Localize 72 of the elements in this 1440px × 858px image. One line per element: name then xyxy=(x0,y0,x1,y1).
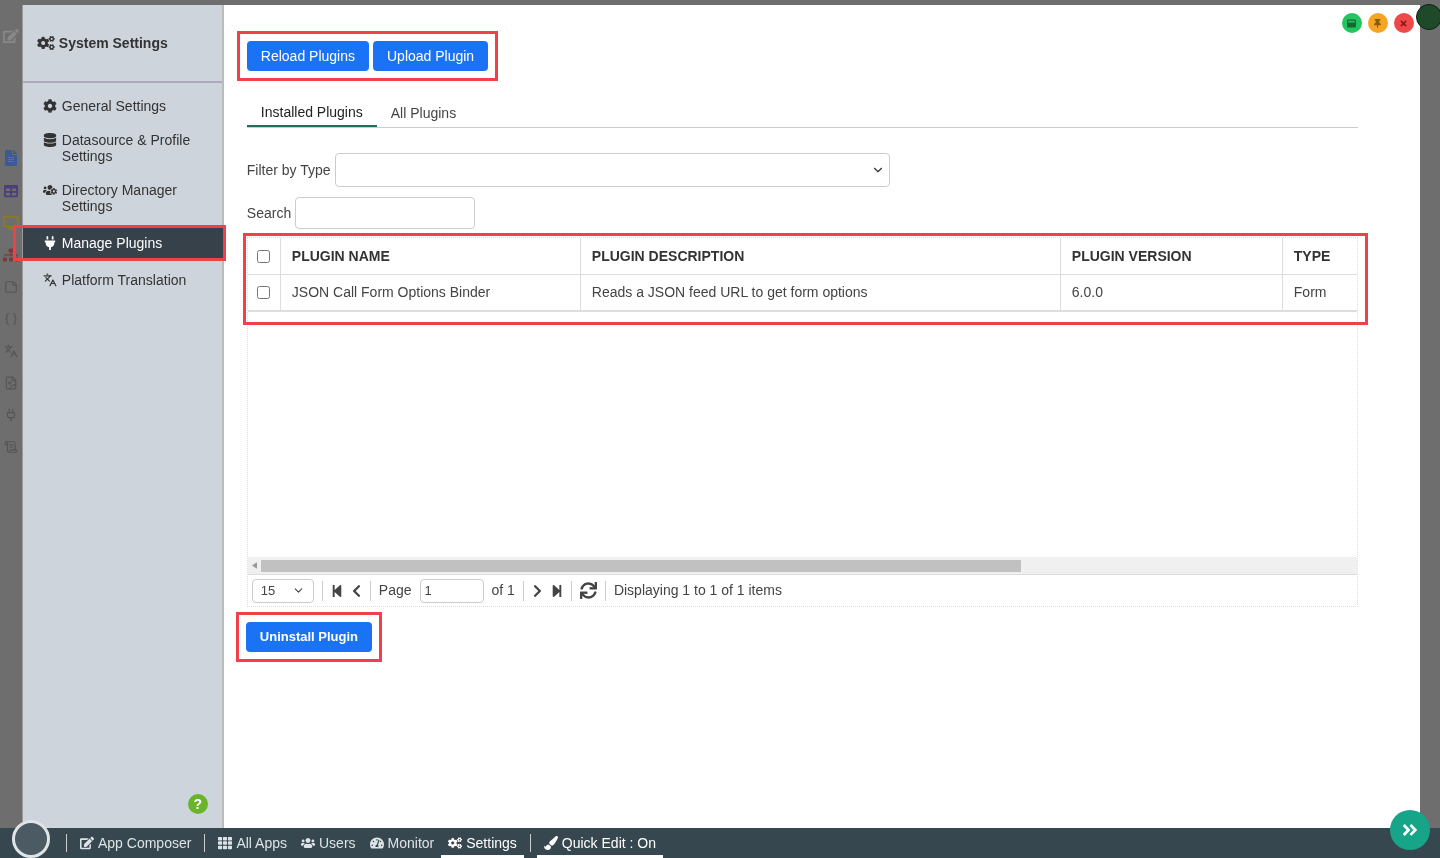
tab[interactable]: Installed Plugins xyxy=(246,99,377,127)
edit-icon xyxy=(80,836,94,850)
users-icon xyxy=(301,836,315,850)
toolbar-button[interactable]: Upload Plugin xyxy=(373,41,489,71)
document-icon xyxy=(3,150,18,166)
search-label: Search xyxy=(246,203,292,223)
close-button[interactable] xyxy=(1393,13,1414,33)
users-gear-icon xyxy=(42,183,57,197)
table-cell: Reads a JSON feed URL to get form options xyxy=(579,275,1060,310)
sidebar-item[interactable]: Directory Manager Settings xyxy=(22,175,222,221)
sidebar-item[interactable]: Manage Plugins xyxy=(22,228,223,258)
first-page-icon[interactable] xyxy=(330,583,343,598)
diagram-icon xyxy=(2,248,19,262)
column-header[interactable]: TYPE xyxy=(1281,238,1357,274)
row-checkbox[interactable] xyxy=(257,286,271,299)
page-label: Page xyxy=(378,581,412,600)
pager-status: Displaying 1 to 1 of 1 items xyxy=(613,581,782,600)
grid-icon xyxy=(218,836,233,850)
uninstall-button[interactable]: Uninstall Plugin xyxy=(245,622,373,652)
window-icon xyxy=(1347,18,1357,28)
filter-label: Filter by Type xyxy=(246,160,331,180)
previous-page-icon[interactable] xyxy=(350,583,362,598)
edit-icon xyxy=(2,28,19,44)
scroll-icon xyxy=(3,440,18,454)
horizontal-scrollbar[interactable] xyxy=(247,557,1357,574)
last-page-icon[interactable] xyxy=(550,583,563,598)
taskbar-item[interactable]: Quick Edit : On xyxy=(536,828,663,858)
sidebar-item[interactable]: Platform Translation xyxy=(22,265,222,295)
table-cell: 6.0.0 xyxy=(1059,275,1282,310)
next-page-icon[interactable] xyxy=(531,583,543,598)
brush-icon xyxy=(543,836,558,850)
pin-icon xyxy=(1373,18,1383,28)
sidebar-item[interactable]: General Settings xyxy=(22,91,222,121)
tab[interactable]: All Plugins xyxy=(376,99,471,127)
plug-icon xyxy=(42,236,57,250)
table-cell: JSON Call Form Options Binder xyxy=(279,275,580,310)
column-header[interactable]: PLUGIN DESCRIPTION xyxy=(579,238,1060,274)
logo-icon[interactable] xyxy=(12,820,50,858)
database-icon xyxy=(42,133,57,147)
search-field[interactable] xyxy=(295,197,476,229)
gears-icon xyxy=(448,836,463,850)
page-field[interactable]: 1 xyxy=(419,578,484,603)
pin-button[interactable] xyxy=(1367,13,1388,33)
toolbar-button[interactable]: Reload Plugins xyxy=(246,41,369,71)
table-icon xyxy=(2,184,19,198)
sidebar-title: System Settings xyxy=(58,33,168,53)
maximize-button[interactable] xyxy=(1341,13,1362,33)
sidebar-item[interactable]: Datasource & Profile Settings xyxy=(22,125,222,171)
expand-button[interactable] xyxy=(1390,810,1430,850)
gauge-icon xyxy=(369,836,384,850)
taskbar-item[interactable]: Monitor xyxy=(362,828,442,858)
braces-icon xyxy=(3,312,18,326)
taskbar-item[interactable]: All Apps xyxy=(211,828,294,858)
taskbar-item[interactable]: Settings xyxy=(441,828,524,858)
select-all-checkbox[interactable] xyxy=(257,249,271,263)
column-header[interactable]: PLUGIN NAME xyxy=(279,238,580,274)
translate-icon xyxy=(3,344,18,358)
taskbar-item[interactable]: Users xyxy=(294,828,363,858)
monitor-icon xyxy=(2,216,19,230)
double-chevron-icon xyxy=(1401,821,1419,839)
column-header[interactable]: PLUGIN VERSION xyxy=(1059,238,1282,274)
image-file-icon xyxy=(3,376,18,390)
gear-icon xyxy=(42,99,57,113)
refresh-icon[interactable] xyxy=(579,582,597,599)
page-count: of 1 xyxy=(491,581,515,600)
language-icon xyxy=(42,273,57,287)
note-icon xyxy=(3,280,18,294)
taskbar-item[interactable]: App Composer xyxy=(73,828,199,858)
page-size-select[interactable]: 15 xyxy=(251,578,314,603)
close-icon xyxy=(1399,18,1409,28)
table-cell: Form xyxy=(1281,275,1357,310)
gears-icon xyxy=(36,36,55,50)
